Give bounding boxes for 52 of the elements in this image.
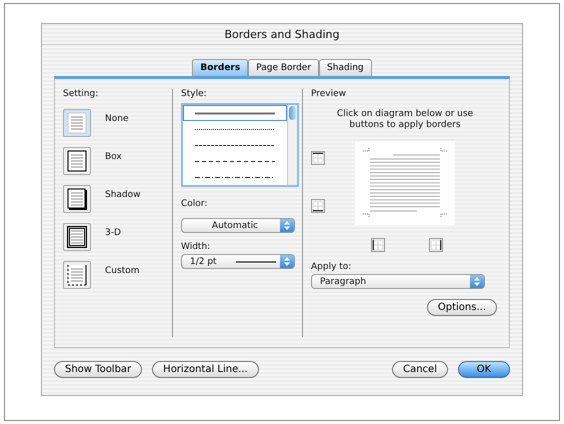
scroll-bar[interactable]	[287, 105, 297, 185]
setting-button[interactable]	[63, 261, 91, 289]
document-icon	[67, 112, 87, 134]
setting-button[interactable]	[63, 223, 91, 251]
top-border-button[interactable]	[311, 151, 325, 165]
apply-to-label: Apply to:	[311, 262, 352, 272]
bottom-border-button[interactable]	[311, 199, 325, 213]
up-down-arrows-icon	[284, 221, 290, 230]
width-label: Width:	[181, 242, 212, 252]
color-label: Color:	[181, 199, 208, 209]
top-border-icon	[312, 151, 324, 165]
tab[interactable]: Shading	[319, 59, 372, 76]
bottom-border-icon	[312, 199, 324, 213]
color-dropdown[interactable]: Automatic	[181, 218, 295, 233]
document-icon	[67, 264, 87, 286]
line-style-icon	[195, 112, 275, 114]
footer-button[interactable]: Horizontal Line...	[152, 361, 259, 378]
footer-button[interactable]: Show Toolbar	[54, 361, 142, 378]
document-icon	[67, 188, 87, 210]
up-down-arrows-icon	[284, 257, 290, 266]
up-down-arrows-icon	[474, 277, 480, 286]
document-icon	[67, 226, 87, 248]
ok-button[interactable]: OK	[458, 361, 510, 378]
right-border-icon	[430, 238, 442, 252]
document-icon	[67, 150, 87, 172]
style-list[interactable]	[181, 103, 299, 187]
left-border-button[interactable]	[371, 238, 385, 252]
tab[interactable]: Borders	[192, 59, 248, 76]
line-style-icon	[195, 144, 275, 146]
options-button[interactable]: Options...	[426, 299, 497, 316]
left-border-icon	[372, 238, 384, 252]
setting-label: 3-D	[105, 228, 121, 238]
setting-label: Box	[105, 152, 122, 162]
line-sample-icon	[236, 260, 276, 262]
cancel-button[interactable]: Cancel	[392, 361, 448, 378]
setting-label: Custom	[105, 266, 140, 276]
apply-to-dropdown[interactable]: Paragraph	[311, 274, 485, 289]
line-style-icon	[195, 160, 275, 162]
preview-label: Preview	[311, 89, 348, 99]
right-border-button[interactable]	[429, 238, 443, 252]
setting-label: Shadow	[105, 190, 141, 200]
preview-hint: Click on diagram below or use buttons to apply borders	[336, 109, 474, 131]
setting-label: None	[105, 114, 128, 124]
window-title: Borders and Shading	[42, 24, 522, 45]
style-label: Style:	[181, 89, 208, 99]
tab[interactable]: Page Border	[248, 59, 320, 76]
setting-label: Setting:	[63, 89, 100, 99]
line-style-icon	[195, 128, 275, 130]
width-dropdown[interactable]: 1/2 pt	[181, 254, 295, 269]
setting-button[interactable]	[63, 185, 91, 213]
setting-button[interactable]	[63, 147, 91, 175]
line-style-icon	[195, 176, 275, 178]
